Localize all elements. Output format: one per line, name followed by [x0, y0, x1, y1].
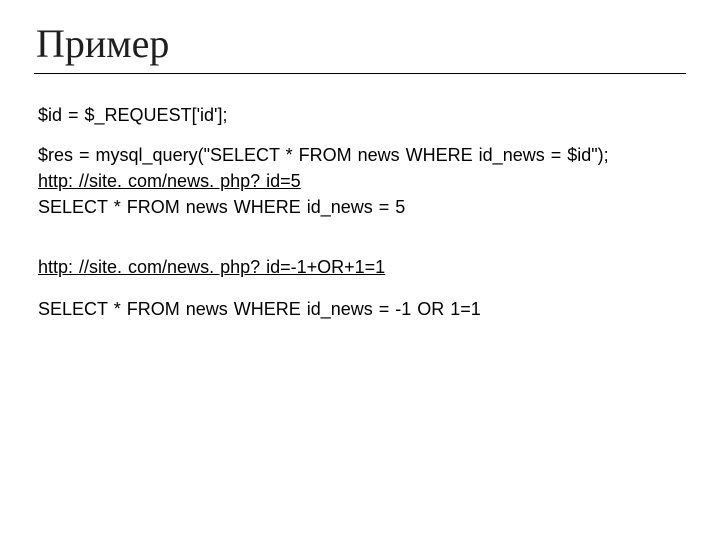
- code-line-1: $id = $_REQUEST['id'];: [38, 102, 686, 128]
- title-underline: [34, 73, 686, 74]
- slide: Пример $id = $_REQUEST['id']; $res = mys…: [0, 0, 720, 540]
- sql-result-2: SELECT * FROM news WHERE id_news = -1 OR…: [38, 296, 686, 322]
- url-example-2[interactable]: http: //site. com/news. php? id=-1+OR+1=…: [38, 257, 385, 277]
- slide-body: $id = $_REQUEST['id']; $res = mysql_quer…: [34, 102, 686, 323]
- sql-result-1: SELECT * FROM news WHERE id_news = 5: [38, 194, 686, 220]
- code-line-2: $res = mysql_query("SELECT * FROM news W…: [38, 142, 686, 168]
- url-example-1[interactable]: http: //site. com/news. php? id=5: [38, 171, 301, 191]
- slide-title: Пример: [34, 20, 686, 67]
